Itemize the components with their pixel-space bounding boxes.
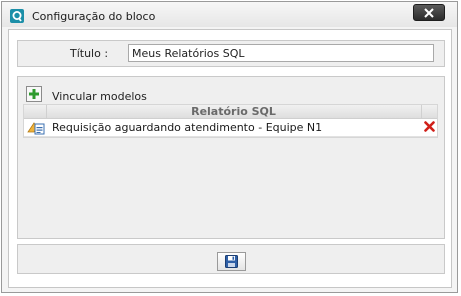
app-logo-icon	[10, 9, 24, 23]
reports-table: Relatório SQL Requisição aguardando aten…	[23, 104, 438, 138]
save-disk-icon	[225, 255, 238, 268]
add-model-button[interactable]	[26, 86, 42, 102]
models-fieldset: Vincular modelos Relatório SQL Requisiçã…	[17, 76, 445, 239]
delete-x-icon[interactable]	[424, 121, 435, 135]
title-input[interactable]	[128, 44, 434, 62]
title-fieldset: Título :	[17, 40, 445, 67]
column-header-sql-report[interactable]: Relatório SQL	[46, 105, 421, 118]
save-button[interactable]	[217, 252, 246, 271]
close-button[interactable]	[413, 4, 445, 21]
footer-fieldset	[17, 244, 445, 274]
close-x-icon	[424, 8, 434, 18]
dialog-content: Título : Vincular modelos Relatório SQL	[8, 29, 452, 288]
table-row[interactable]: Requisição aguardando atendimento - Equi…	[24, 119, 437, 137]
config-dialog: Configuração do bloco Título : Vincular …	[1, 1, 458, 293]
title-bar[interactable]: Configuração do bloco	[2, 2, 457, 27]
table-header: Relatório SQL	[24, 105, 437, 119]
link-models-label: Vincular modelos	[52, 90, 147, 103]
report-icon[interactable]	[27, 120, 45, 138]
dialog-title: Configuração do bloco	[32, 10, 156, 23]
title-label: Título :	[70, 47, 109, 60]
plus-icon	[29, 89, 39, 99]
report-name: Requisição aguardando atendimento - Equi…	[52, 121, 323, 134]
